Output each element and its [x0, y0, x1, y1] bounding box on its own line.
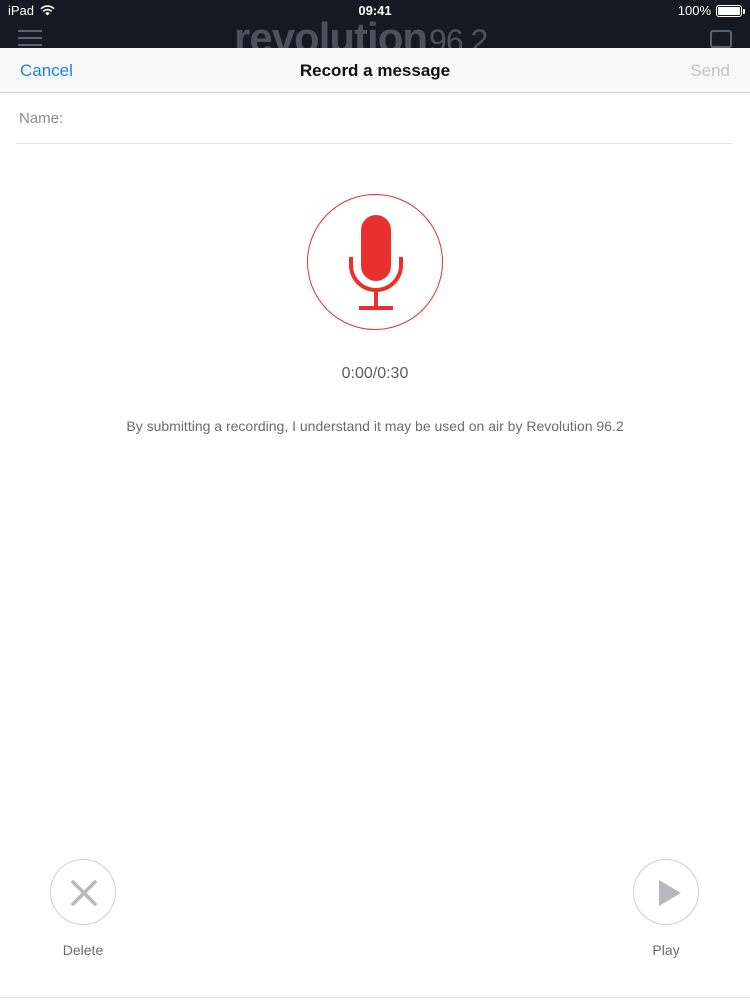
recording-timer: 0:00/0:30 [341, 365, 409, 382]
record-button[interactable] [307, 194, 443, 330]
battery-icon [716, 4, 745, 17]
name-field-row: Name: [16, 94, 732, 144]
name-label: Name: [19, 110, 64, 127]
disclaimer-text: By submitting a recording, I understand … [126, 418, 624, 434]
name-input[interactable] [69, 98, 732, 139]
delete-button[interactable] [50, 859, 116, 925]
play-button[interactable] [633, 859, 699, 925]
modal-title: Record a message [299, 61, 451, 80]
logo-main: revolution [234, 14, 428, 48]
battery-percent: 100% [677, 3, 711, 18]
chat-icon [710, 30, 732, 48]
menu-icon [18, 30, 42, 48]
status-right: 100% [677, 3, 745, 18]
close-icon [71, 880, 97, 906]
send-button[interactable]: Send [690, 48, 730, 93]
play-label: Play [652, 942, 680, 958]
station-logo: revolution96.2 [234, 14, 488, 48]
delete-label: Delete [62, 942, 104, 958]
logo-number: 96.2 [429, 23, 488, 48]
play-icon [659, 880, 681, 906]
status-bar: iPad 09:41 100% revolution96.2 [0, 0, 750, 48]
modal-nav-bar: Cancel Record a message Send [0, 48, 750, 93]
bottom-divider [0, 997, 750, 998]
microphone-icon [349, 215, 403, 310]
